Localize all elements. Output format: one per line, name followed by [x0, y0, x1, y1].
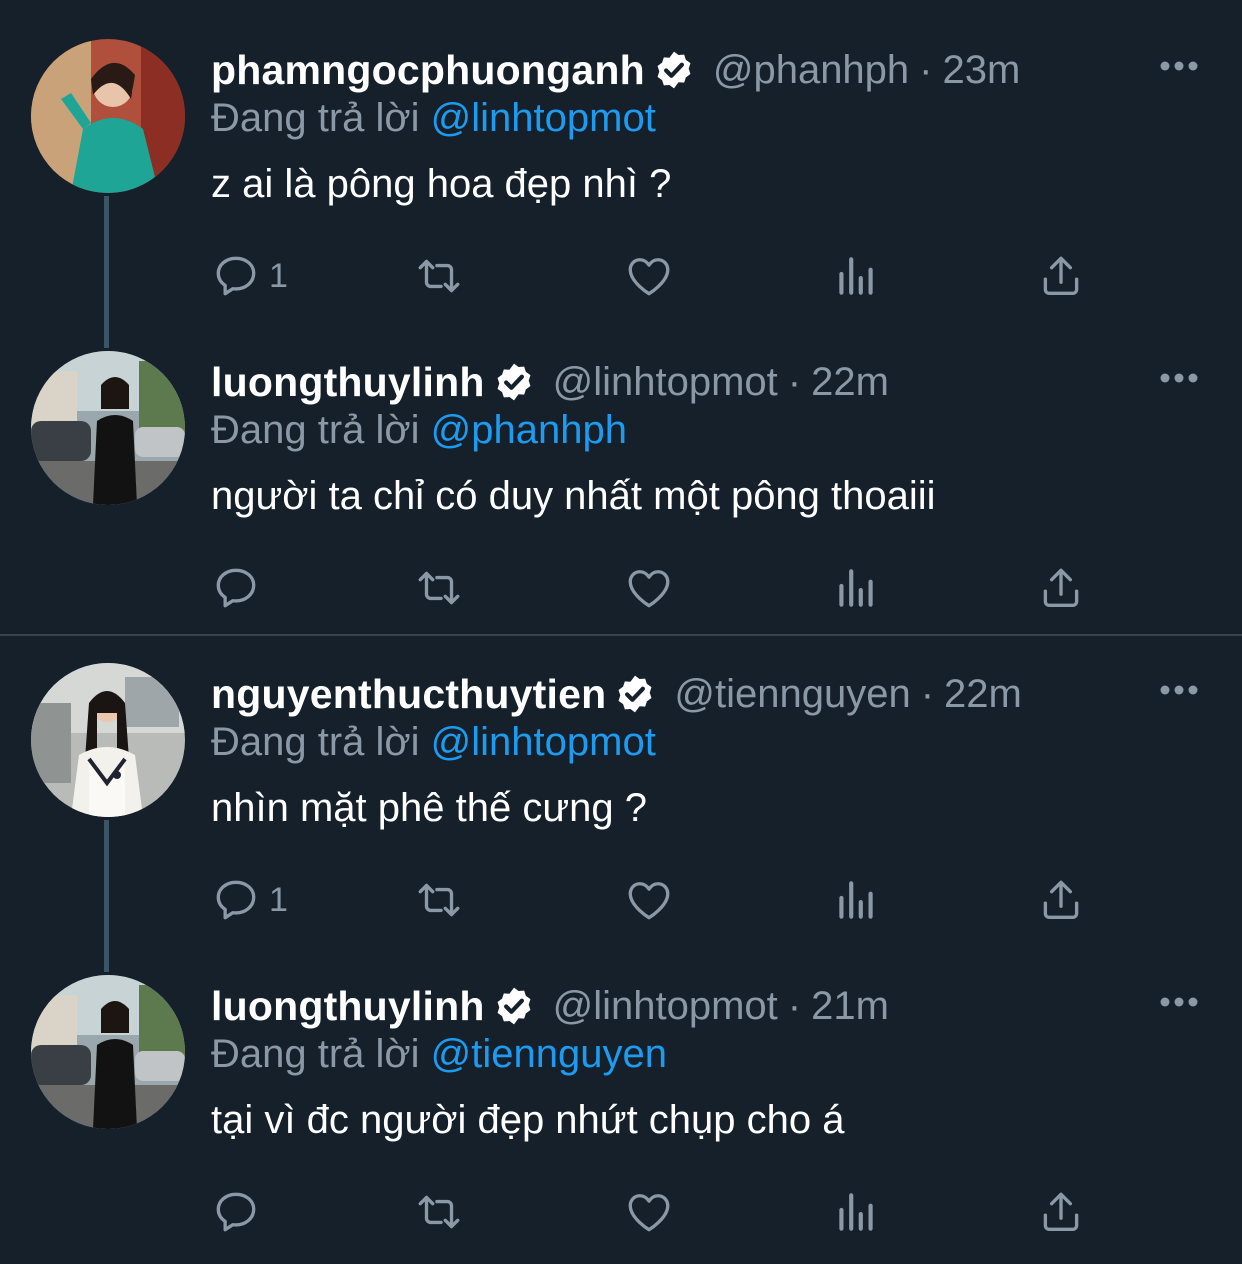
share-button[interactable]	[1036, 250, 1086, 302]
like-icon	[628, 1194, 670, 1232]
display-name[interactable]: luongthuylinh	[211, 359, 485, 406]
tweet[interactable]: phamngocphuonganh @phanhph · 23m Đang tr…	[0, 0, 1242, 312]
retweet-icon	[418, 259, 460, 293]
retweet-icon	[418, 571, 460, 605]
separator-dot: ·	[919, 47, 933, 92]
verified-badge-icon	[497, 987, 531, 1025]
replying-to-label: Đang trả lời	[211, 96, 420, 140]
like-button[interactable]	[624, 562, 674, 614]
tweet[interactable]: luongthuylinh @linhtopmot · 22m Đang trả…	[0, 312, 1242, 624]
share-button[interactable]	[1036, 1186, 1086, 1238]
share-icon	[1043, 1192, 1079, 1231]
avatar[interactable]	[31, 39, 185, 193]
separator-dot: ·	[787, 983, 802, 1028]
reply-count: 1	[269, 880, 288, 919]
user-handle[interactable]: @linhtopmot	[553, 360, 778, 405]
like-button[interactable]	[624, 1186, 674, 1238]
like-icon	[628, 882, 670, 920]
retweet-button[interactable]	[414, 1186, 464, 1238]
verified-badge-icon	[618, 675, 652, 713]
reply-icon	[216, 880, 256, 920]
verified-badge-icon	[657, 51, 691, 89]
retweet-button[interactable]	[414, 250, 464, 302]
analytics-button[interactable]	[831, 874, 881, 926]
mention-link[interactable]: @linhtopmot	[431, 720, 656, 764]
timestamp[interactable]: 23m	[943, 48, 1021, 93]
tweet-actions	[211, 562, 1091, 614]
share-icon	[1043, 568, 1079, 607]
retweet-icon	[418, 883, 460, 917]
retweet-button[interactable]	[414, 874, 464, 926]
share-button[interactable]	[1036, 562, 1086, 614]
avatar[interactable]	[31, 663, 185, 817]
avatar[interactable]	[31, 975, 185, 1129]
tweet-header: luongthuylinh @linhtopmot · 22m	[211, 356, 889, 408]
like-icon	[628, 258, 670, 296]
avatar[interactable]	[31, 351, 185, 505]
replying-to-label: Đang trả lời	[211, 1032, 420, 1076]
reply-button[interactable]	[211, 1186, 269, 1238]
more-options-icon[interactable]	[1158, 56, 1200, 76]
tweet-header: nguyenthucthuytien @tiennguyen · 22m	[211, 668, 1022, 720]
tweet-text: z ai là pông hoa đẹp nhì ?	[211, 162, 672, 206]
more-options-icon[interactable]	[1158, 368, 1200, 388]
analytics-icon	[839, 257, 873, 295]
like-button[interactable]	[624, 250, 674, 302]
replying-to: Đang trả lời @linhtopmot	[211, 96, 656, 141]
mention-link[interactable]: @linhtopmot	[431, 96, 656, 140]
tweet-header: luongthuylinh @linhtopmot · 21m	[211, 980, 889, 1032]
tweet-text: tại vì đc người đẹp nhứt chụp cho á	[211, 1098, 845, 1142]
tweet-actions: 1	[211, 250, 1091, 302]
mention-link[interactable]: @tiennguyen	[431, 1032, 667, 1076]
retweet-button[interactable]	[414, 562, 464, 614]
reply-button[interactable]: 1	[211, 874, 288, 926]
analytics-icon	[839, 1193, 873, 1231]
replying-to-label: Đang trả lời	[211, 720, 420, 764]
tweet[interactable]: luongthuylinh @linhtopmot · 21m Đang trả…	[0, 936, 1242, 1248]
user-handle[interactable]: @tiennguyen	[674, 672, 910, 717]
mention-link[interactable]: @phanhph	[431, 408, 627, 452]
share-icon	[1043, 880, 1079, 919]
like-button[interactable]	[624, 874, 674, 926]
like-icon	[628, 570, 670, 608]
analytics-button[interactable]	[831, 1186, 881, 1238]
tweet-actions: 1	[211, 874, 1091, 926]
tweet-text: người ta chỉ có duy nhất một pông thoaii…	[211, 474, 936, 518]
analytics-icon	[839, 569, 873, 607]
replying-to: Đang trả lời @phanhph	[211, 408, 627, 453]
tweet[interactable]: nguyenthucthuytien @tiennguyen · 22m Đan…	[0, 624, 1242, 936]
tweet-header: phamngocphuonganh @phanhph · 23m	[211, 44, 1020, 96]
analytics-button[interactable]	[831, 250, 881, 302]
timestamp[interactable]: 21m	[811, 984, 889, 1029]
retweet-icon	[418, 1195, 460, 1229]
more-options-icon[interactable]	[1158, 680, 1200, 700]
reply-icon	[216, 568, 256, 608]
timestamp[interactable]: 22m	[944, 672, 1022, 717]
replying-to: Đang trả lời @tiennguyen	[211, 1032, 667, 1077]
reply-button[interactable]: 1	[211, 250, 288, 302]
display-name[interactable]: phamngocphuonganh	[211, 47, 645, 94]
separator-dot: ·	[920, 671, 935, 716]
display-name[interactable]: luongthuylinh	[211, 983, 485, 1030]
display-name[interactable]: nguyenthucthuytien	[211, 671, 606, 718]
analytics-button[interactable]	[831, 562, 881, 614]
separator-dot: ·	[787, 359, 802, 404]
reply-count: 1	[269, 256, 288, 295]
replying-to: Đang trả lời @linhtopmot	[211, 720, 656, 765]
replying-to-label: Đang trả lời	[211, 408, 420, 452]
reply-button[interactable]	[211, 562, 269, 614]
tweet-text: nhìn mặt phê thế cưng ?	[211, 786, 647, 830]
tweet-actions	[211, 1186, 1091, 1238]
verified-badge-icon	[497, 363, 531, 401]
reply-icon	[216, 256, 256, 296]
user-handle[interactable]: @linhtopmot	[553, 984, 778, 1029]
share-icon	[1043, 256, 1079, 295]
timestamp[interactable]: 22m	[811, 360, 889, 405]
share-button[interactable]	[1036, 874, 1086, 926]
analytics-icon	[839, 881, 873, 919]
user-handle[interactable]: @phanhph	[713, 48, 909, 93]
more-options-icon[interactable]	[1158, 992, 1200, 1012]
reply-icon	[216, 1192, 256, 1232]
